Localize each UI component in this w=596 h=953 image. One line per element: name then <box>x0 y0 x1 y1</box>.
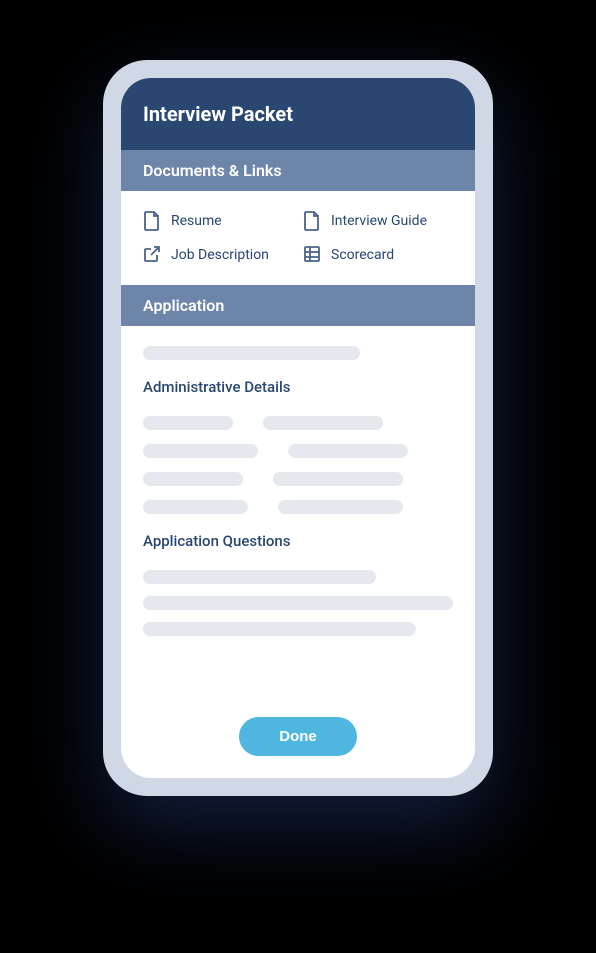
skeleton-placeholder <box>143 622 416 636</box>
doc-link-scorecard[interactable]: Scorecard <box>303 245 453 265</box>
file-icon <box>143 211 161 231</box>
application-content: Administrative Details Application Quest… <box>121 326 475 707</box>
section-documents-header: Documents & Links <box>121 150 475 191</box>
phone-screen: Interview Packet Documents & Links Resum… <box>121 78 475 778</box>
documents-grid: Resume Interview Guide <box>121 191 475 285</box>
skeleton-placeholder <box>143 500 453 514</box>
admin-details-heading: Administrative Details <box>143 378 453 396</box>
application-questions-heading: Application Questions <box>143 532 453 550</box>
doc-link-resume[interactable]: Resume <box>143 211 293 231</box>
skeleton-placeholder <box>143 346 360 360</box>
action-bar: Done <box>121 707 475 778</box>
grid-icon <box>303 245 321 265</box>
doc-label: Interview Guide <box>331 213 427 229</box>
doc-label: Job Description <box>171 247 269 263</box>
external-link-icon <box>143 245 161 265</box>
file-icon <box>303 211 321 231</box>
skeleton-placeholder <box>143 472 453 486</box>
done-button[interactable]: Done <box>239 717 357 756</box>
skeleton-placeholder <box>143 570 376 584</box>
skeleton-placeholder <box>143 596 453 610</box>
section-application-header: Application <box>121 285 475 326</box>
doc-label: Resume <box>171 213 222 229</box>
doc-label: Scorecard <box>331 247 394 263</box>
page-title: Interview Packet <box>121 78 475 150</box>
skeleton-placeholder <box>143 416 453 430</box>
skeleton-placeholder <box>143 444 453 458</box>
phone-frame: Interview Packet Documents & Links Resum… <box>103 60 493 796</box>
doc-link-job-description[interactable]: Job Description <box>143 245 293 265</box>
doc-link-interview-guide[interactable]: Interview Guide <box>303 211 453 231</box>
